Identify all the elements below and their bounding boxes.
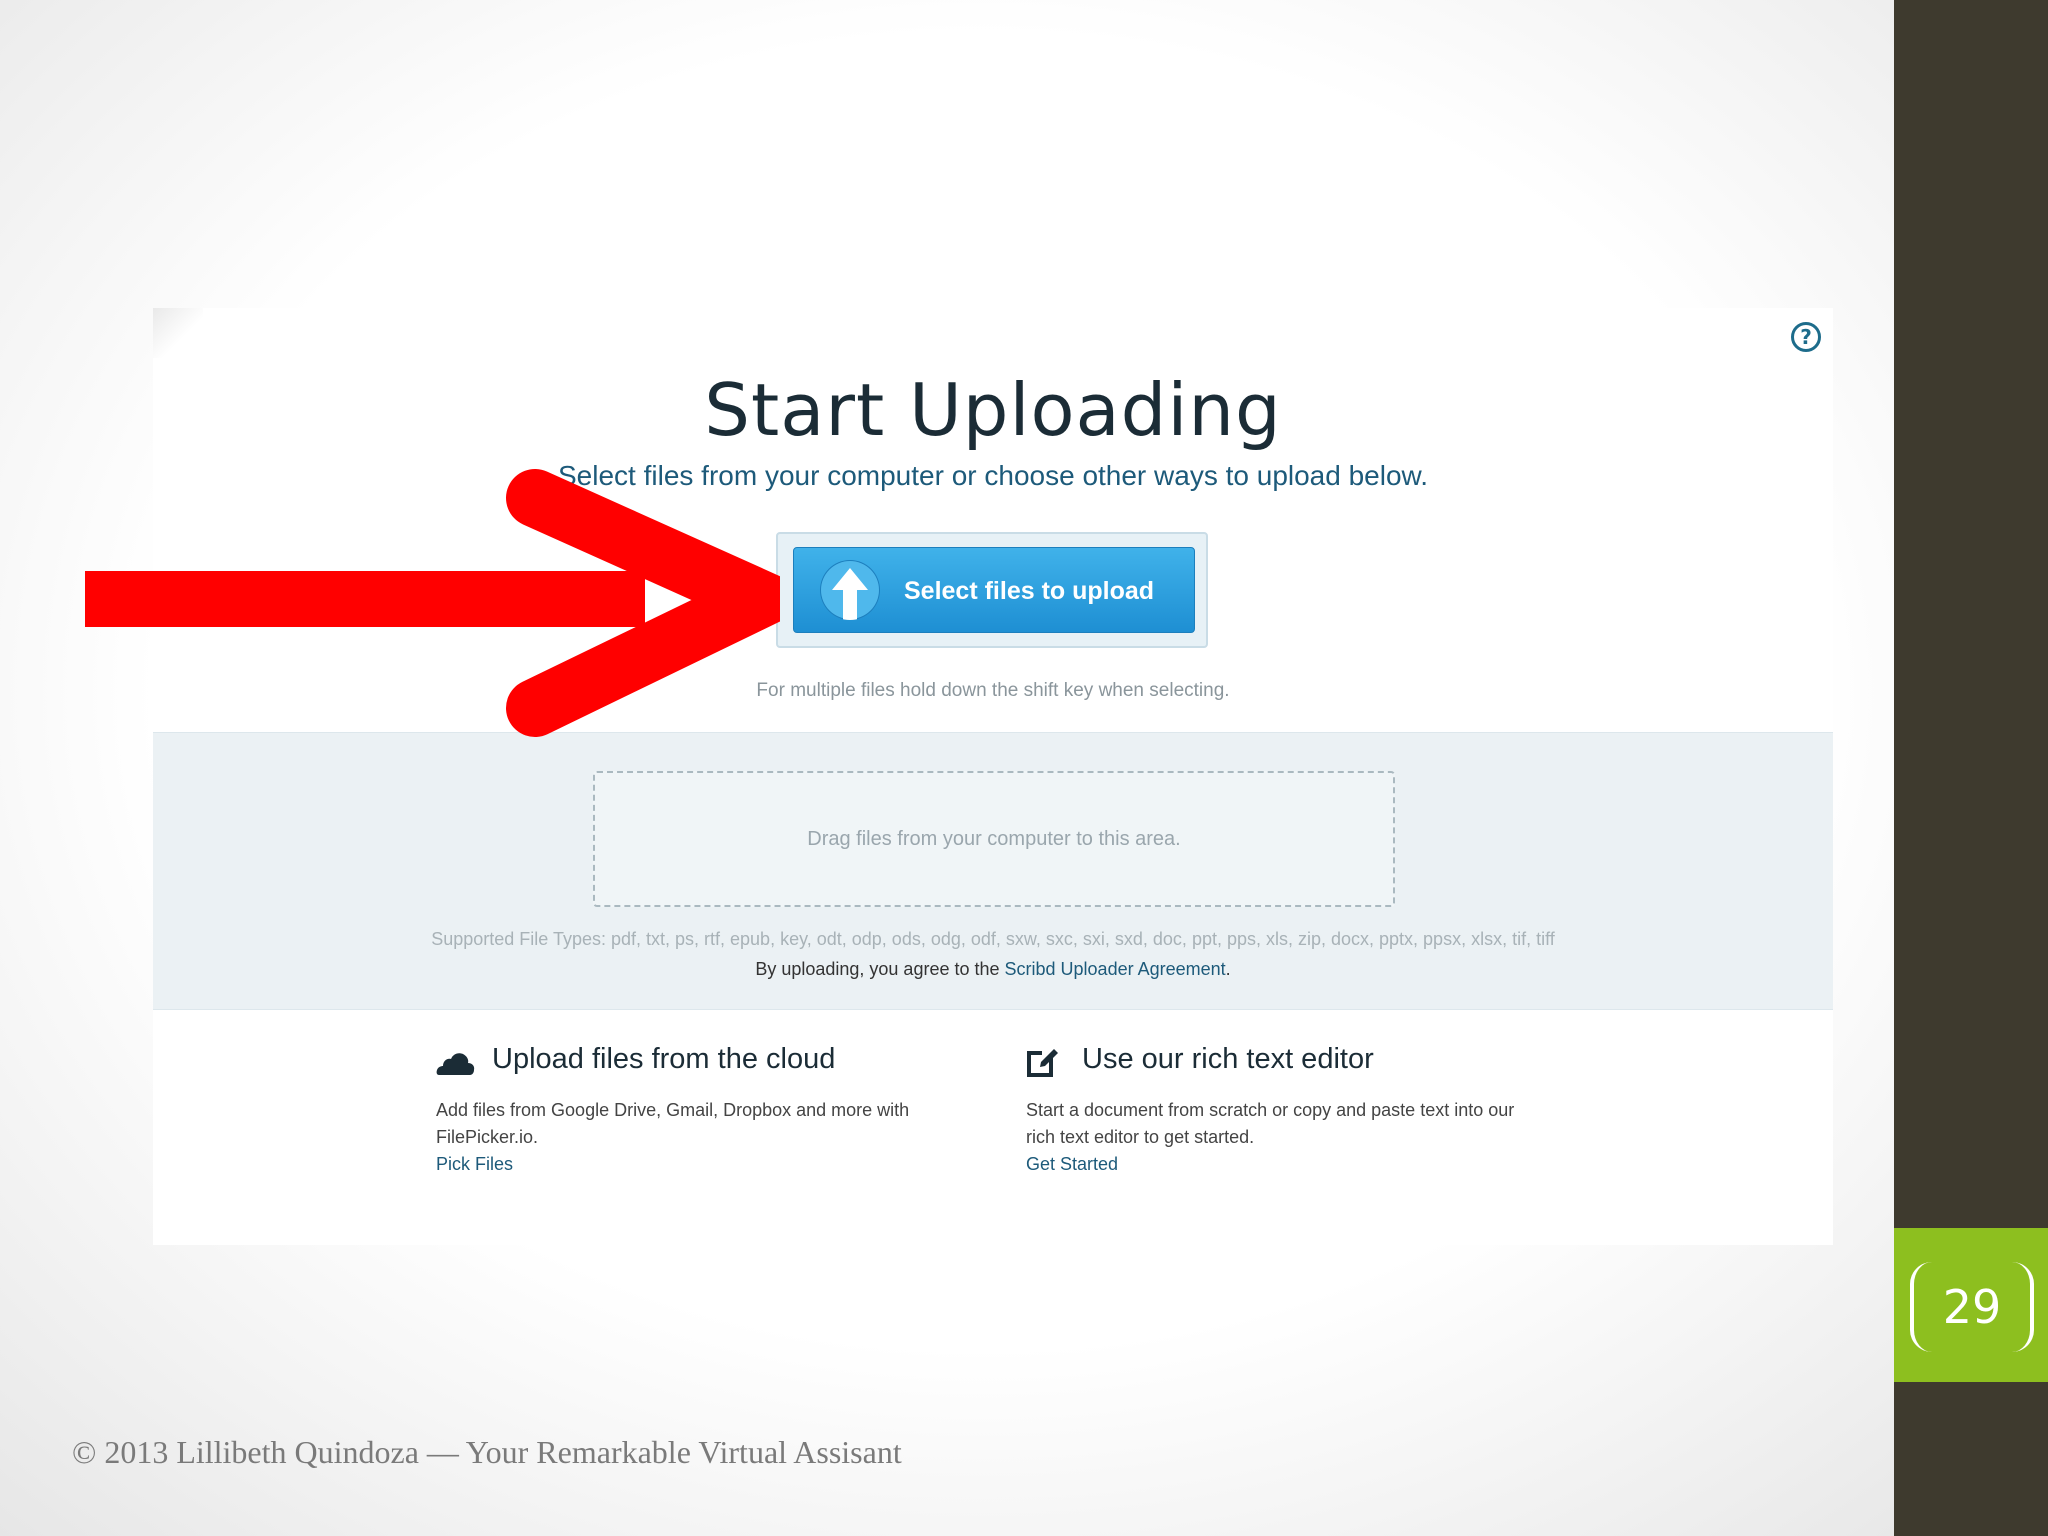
cloud-option-description: Add files from Google Drive, Gmail, Drop… xyxy=(436,1100,910,1147)
page-title: Start Uploading xyxy=(704,368,1282,452)
pick-files-link[interactable]: Pick Files xyxy=(436,1151,956,1178)
drop-section: Drag files from your computer to this ar… xyxy=(153,732,1833,1010)
get-started-link[interactable]: Get Started xyxy=(1026,1151,1546,1178)
select-files-button-label: Select files to upload xyxy=(904,577,1155,605)
help-icon[interactable]: ? xyxy=(1791,322,1821,352)
select-files-button[interactable]: Select files to upload xyxy=(793,547,1195,633)
agreement-prefix: By uploading, you agree to the xyxy=(755,959,1005,979)
agreement-notice: By uploading, you agree to the Scribd Up… xyxy=(153,959,1833,980)
cloud-icon xyxy=(436,1053,475,1075)
page-number: 29 xyxy=(1942,1280,2002,1334)
red-arrow-annotation xyxy=(85,469,780,737)
rich-text-option-description: Start a document from scratch or copy an… xyxy=(1026,1100,1515,1147)
upload-arrow-icon xyxy=(820,560,880,620)
drop-zone[interactable]: Drag files from your computer to this ar… xyxy=(593,771,1395,907)
edit-icon xyxy=(1027,1048,1058,1077)
uploader-agreement-link[interactable]: Scribd Uploader Agreement xyxy=(1005,959,1226,979)
agreement-suffix: . xyxy=(1225,959,1231,979)
rich-text-option: Use our rich text editor Start a documen… xyxy=(1026,1043,1546,1178)
drop-zone-text: Drag files from your computer to this ar… xyxy=(807,828,1181,850)
supported-file-types: Supported File Types: pdf, txt, ps, rtf,… xyxy=(431,929,1555,949)
rich-text-option-title: Use our rich text editor xyxy=(1082,1043,1374,1075)
slide-footer: © 2013 Lillibeth Quindoza — Your Remarka… xyxy=(72,1434,902,1470)
upload-page-screenshot: ? Start Uploading Select files from your… xyxy=(153,308,1833,1245)
cloud-option-title: Upload files from the cloud xyxy=(492,1043,836,1075)
panel-corner xyxy=(153,308,203,358)
cloud-upload-option: Upload files from the cloud Add files fr… xyxy=(436,1043,956,1178)
